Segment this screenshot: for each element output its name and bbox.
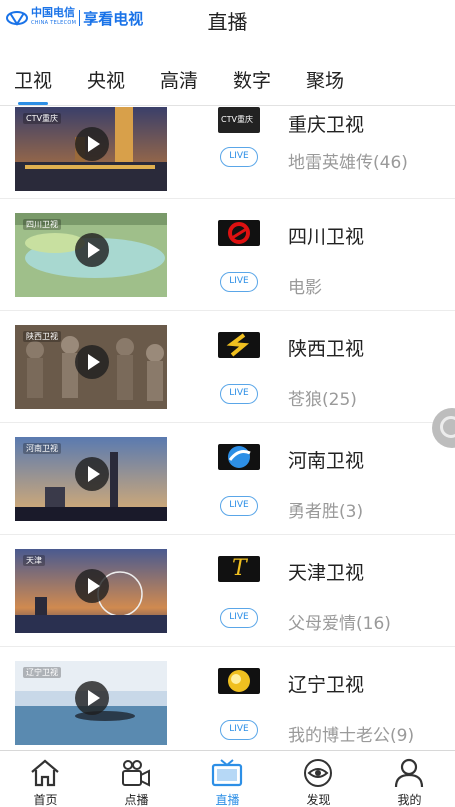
current-program[interactable]: 勇者胜(3): [288, 497, 363, 522]
live-badge: LIVE: [220, 720, 258, 740]
play-icon[interactable]: [75, 233, 109, 267]
nav-home-label: 首页: [33, 793, 58, 807]
channel-thumbnail[interactable]: CTV重庆: [15, 107, 167, 191]
nav-vod[interactable]: 点播: [91, 751, 182, 807]
play-icon[interactable]: [75, 345, 109, 379]
channel-logo: [218, 444, 260, 470]
channel-row[interactable]: 天津 T 天津卫视 LIVE 父母爱情(16): [0, 535, 455, 647]
play-icon[interactable]: [75, 457, 109, 491]
thumbnail-channel-tag: 四川卫视: [23, 219, 61, 230]
app-header: 中国电信 CHINA TELECOM 享看电视 直播: [0, 0, 455, 40]
page-title: 直播: [207, 10, 248, 34]
eye-icon: [304, 759, 332, 787]
current-program[interactable]: 电影: [288, 273, 322, 298]
bottom-navigation: 首页 点播 直播 发现 我的: [0, 750, 455, 807]
tab-cctv[interactable]: 央视: [87, 66, 125, 93]
current-program[interactable]: 苍狼(25): [288, 385, 357, 410]
channel-thumbnail[interactable]: 辽宁卫视: [15, 661, 167, 745]
nav-profile[interactable]: 我的: [364, 751, 455, 807]
channel-thumbnail[interactable]: 河南卫视: [15, 437, 167, 521]
channel-name[interactable]: 重庆卫视: [288, 110, 364, 137]
channel-name[interactable]: 四川卫视: [288, 222, 364, 249]
play-icon[interactable]: [75, 569, 109, 603]
channel-row[interactable]: 辽宁卫视 辽宁卫视 LIVE 我的博士老公(9): [0, 647, 455, 750]
thumbnail-channel-tag: 河南卫视: [23, 443, 61, 454]
channel-thumbnail[interactable]: 陕西卫视: [15, 325, 167, 409]
channel-row[interactable]: 河南卫视 河南卫视 LIVE 勇者胜(3): [0, 423, 455, 535]
channel-row[interactable]: CTV重庆 CTV重庆 重庆卫视 LIVE 地雷英雄传(46): [0, 107, 455, 199]
tab-digital[interactable]: 数字: [233, 66, 271, 93]
play-icon[interactable]: [75, 681, 109, 715]
current-program[interactable]: 父母爱情(16): [288, 609, 391, 634]
live-badge: LIVE: [220, 272, 258, 292]
thumbnail-channel-tag: CTV重庆: [23, 113, 61, 124]
live-badge: LIVE: [220, 608, 258, 628]
channel-logo: [218, 668, 260, 694]
nav-live[interactable]: 直播: [182, 751, 273, 807]
thumbnail-channel-tag: 天津: [23, 555, 45, 566]
video-camera-icon: [122, 760, 150, 787]
channel-name[interactable]: 河南卫视: [288, 446, 364, 473]
channel-logo: CTV重庆: [218, 107, 260, 133]
active-tab-indicator: [18, 102, 48, 105]
tab-hd[interactable]: 高清: [160, 66, 198, 93]
channel-thumbnail[interactable]: 天津: [15, 549, 167, 633]
tab-satellite[interactable]: 卫视: [14, 66, 52, 93]
live-badge: LIVE: [220, 147, 258, 167]
thumbnail-channel-tag: 辽宁卫视: [23, 667, 61, 678]
live-badge: LIVE: [220, 384, 258, 404]
nav-discover[interactable]: 发现: [273, 751, 364, 807]
nav-profile-label: 我的: [397, 793, 422, 807]
channel-logo: [218, 220, 260, 246]
home-icon: [31, 759, 59, 787]
nav-discover-label: 发现: [306, 793, 331, 807]
nav-live-label: 直播: [215, 793, 240, 807]
channel-thumbnail[interactable]: 四川卫视: [15, 213, 167, 297]
category-tabs: 卫视 央视 高清 数字 聚场: [0, 58, 455, 106]
channel-list[interactable]: CTV重庆 CTV重庆 重庆卫视 LIVE 地雷英雄传(46) 四川卫视 四川卫…: [0, 107, 455, 750]
nav-vod-label: 点播: [124, 793, 149, 807]
nav-home[interactable]: 首页: [0, 751, 91, 807]
channel-row[interactable]: 陕西卫视 陕西卫视 LIVE 苍狼(25): [0, 311, 455, 423]
play-icon[interactable]: [75, 127, 109, 161]
channel-logo: [218, 332, 260, 358]
channel-name[interactable]: 陕西卫视: [288, 334, 364, 361]
tab-featured[interactable]: 聚场: [306, 66, 344, 93]
tv-icon: [211, 759, 243, 787]
channel-name[interactable]: 天津卫视: [288, 558, 364, 585]
current-program[interactable]: 我的博士老公(9): [288, 721, 414, 746]
thumbnail-channel-tag: 陕西卫视: [23, 331, 61, 342]
user-icon: [394, 758, 424, 788]
channel-logo: T: [218, 556, 260, 582]
channel-name[interactable]: 辽宁卫视: [288, 670, 364, 697]
current-program[interactable]: 地雷英雄传(46): [288, 148, 408, 173]
channel-row[interactable]: 四川卫视 四川卫视 LIVE 电影: [0, 199, 455, 311]
live-badge: LIVE: [220, 496, 258, 516]
